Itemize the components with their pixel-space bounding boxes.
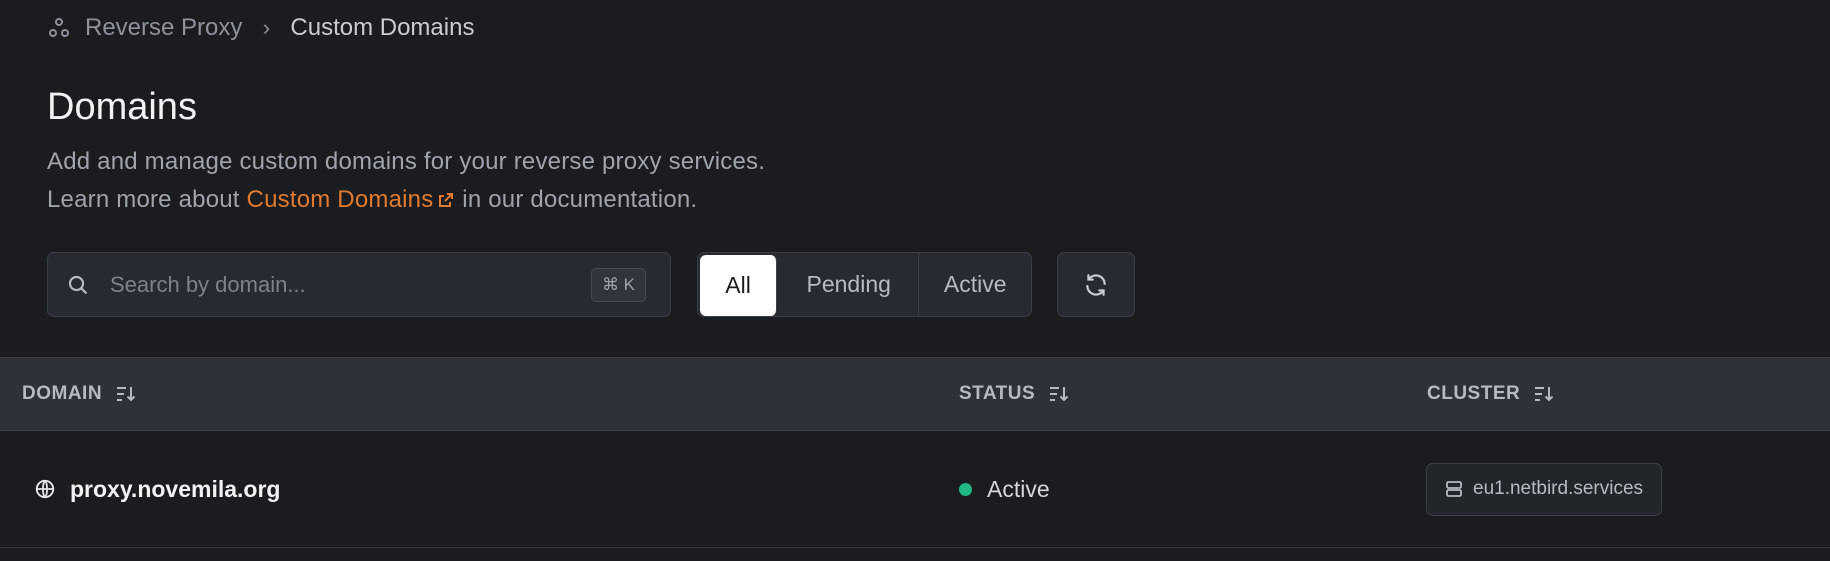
sort-icon[interactable] [1534,385,1554,403]
column-domain-label: DOMAIN [22,383,103,404]
filter-all-button[interactable]: All [700,255,778,316]
sort-icon[interactable] [1049,385,1069,403]
cluster-cell: eu1.netbird.services [1426,431,1663,547]
filter-pending-button[interactable]: Pending [779,253,920,316]
breadcrumb-current: Custom Domains [290,14,475,41]
column-status-label: STATUS [959,383,1036,404]
breadcrumb: Reverse Proxy › Custom Domains [47,12,474,44]
status-dot [959,482,972,496]
search-icon [68,275,88,294]
chevron-right-icon: › [262,15,271,40]
status-cell: Active [959,431,1050,547]
column-domain-header[interactable]: DOMAIN [22,358,136,430]
learn-more-line: Learn more about Custom Domains in our d… [47,181,765,219]
filter-active-button[interactable]: Active [919,253,1031,316]
description-text: Add and manage custom domains for your r… [47,148,766,175]
table-row[interactable]: proxy.novemila.org Active eu1.netbird.se… [0,431,1830,548]
refresh-button[interactable] [1057,252,1135,317]
status-text: Active [987,475,1050,502]
custom-domains-doc-link[interactable]: Custom Domains [247,186,456,213]
search-box[interactable]: ⌘ K [47,252,671,317]
column-status-header[interactable]: STATUS [959,358,1069,430]
proxy-icon [47,16,71,40]
external-link-icon [439,193,454,207]
learn-more-suffix: in our documentation. [462,186,698,213]
page-title: Domains [47,86,197,128]
breadcrumb-reverse-proxy-link[interactable]: Reverse Proxy [85,14,242,42]
server-icon [1446,481,1462,497]
column-cluster-label: CLUSTER [1427,383,1521,404]
domain-cell: proxy.novemila.org [34,431,280,547]
globe-icon [35,479,55,499]
sort-icon[interactable] [116,385,136,403]
status-filter-group: All Pending Active [697,252,1032,317]
domain-name: proxy.novemila.org [70,475,281,502]
table-header: DOMAIN STATUS CLUSTER [0,357,1830,431]
search-input[interactable] [108,270,591,299]
cluster-name: eu1.netbird.services [1473,478,1644,499]
column-cluster-header[interactable]: CLUSTER [1427,358,1554,430]
doc-link-label[interactable]: Custom Domains [247,186,434,213]
cluster-badge: eu1.netbird.services [1426,462,1663,516]
keyboard-shortcut-badge: ⌘ K [590,267,646,302]
refresh-icon [1086,273,1106,296]
learn-more-prefix: Learn more about [47,186,240,213]
page-description: Add and manage custom domains for your r… [47,143,765,219]
